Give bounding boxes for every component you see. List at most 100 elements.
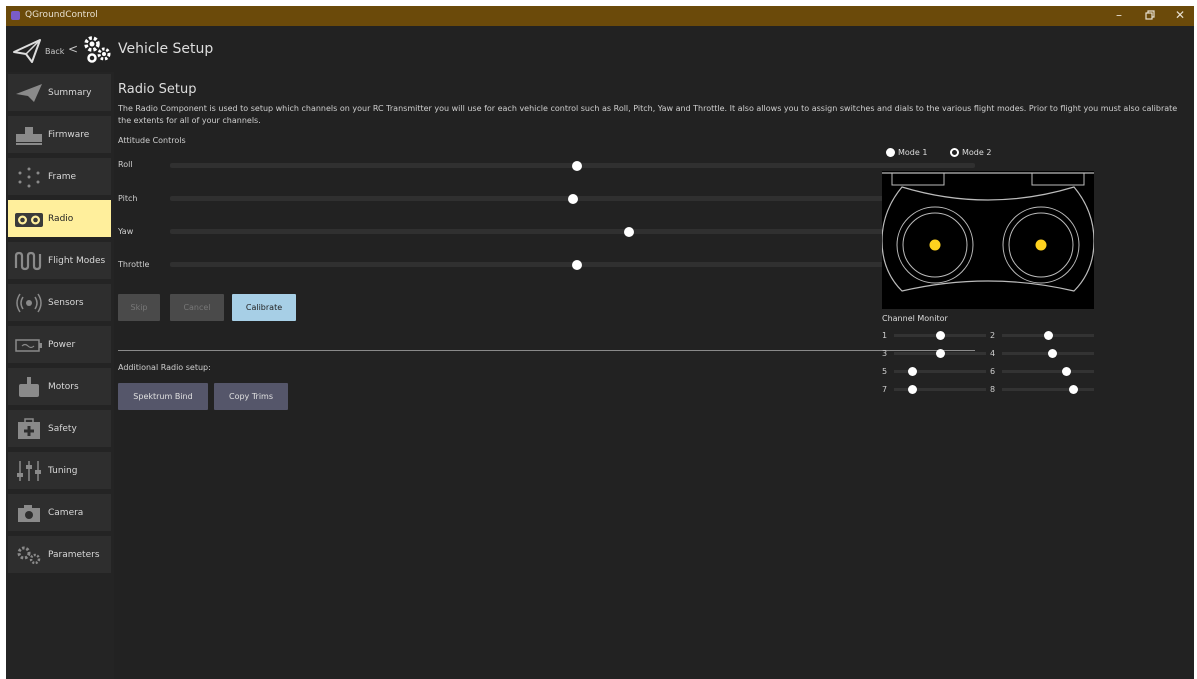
title-bar: QGroundControl – ✕ — [6, 6, 1194, 26]
firmware-icon — [16, 127, 42, 145]
header: Back < Vehicle Setup — [6, 26, 1194, 70]
channel-4-indicator — [1048, 349, 1058, 358]
yaw-indicator — [623, 226, 634, 237]
additional-radio-setup-label: Additional Radio setup: — [118, 363, 211, 372]
restore-icon[interactable] — [1140, 8, 1160, 23]
sidebar-item-sensors[interactable]: Sensors — [8, 284, 111, 321]
throttle-indicator — [571, 259, 582, 270]
channel-5-label: 5 — [882, 367, 888, 376]
channel-7-label: 7 — [882, 385, 888, 394]
mode2-label: Mode 2 — [962, 148, 992, 157]
transmitter-panel: Mode 1 Mode 2 Channel Monitor 1 2 3 4 5 … — [882, 72, 1094, 472]
sidebar-item-label: Frame — [48, 172, 77, 182]
channel-1-label: 1 — [882, 331, 888, 340]
channel-monitor-label: Channel Monitor — [882, 314, 948, 323]
section-title: Radio Setup — [118, 82, 197, 97]
transmitter-graphic — [882, 171, 1094, 309]
sensors-icon — [16, 293, 42, 313]
throttle-slider — [170, 259, 975, 270]
sidebar-item-label: Firmware — [48, 130, 90, 140]
camera-icon — [18, 505, 40, 522]
sidebar-item-camera[interactable]: Camera — [8, 494, 111, 531]
roll-indicator — [571, 160, 582, 171]
pitch-indicator — [567, 193, 578, 204]
gears-icon — [84, 36, 111, 63]
sidebar-item-power[interactable]: Power — [8, 326, 111, 363]
sidebar-item-label: Parameters — [48, 550, 100, 560]
motors-icon — [19, 377, 39, 397]
sidebar: Summary Firmware Frame Radio Flight Mode… — [6, 72, 114, 679]
calibrate-button[interactable]: Calibrate — [232, 294, 296, 321]
gears-icon — [17, 546, 41, 565]
pitch-slider — [170, 193, 975, 204]
sidebar-item-label: Motors — [48, 382, 79, 392]
flight-modes-icon — [14, 251, 42, 271]
channel-5-indicator — [907, 367, 917, 376]
channel-6-indicator — [1061, 367, 1071, 376]
radio-unselected-icon — [950, 148, 959, 157]
sidebar-item-flight-modes[interactable]: Flight Modes — [8, 242, 111, 279]
skip-button[interactable]: Skip — [118, 294, 160, 321]
sidebar-item-frame[interactable]: Frame — [8, 158, 111, 195]
sidebar-item-label: Radio — [48, 214, 74, 224]
channel-2-bar — [1002, 331, 1094, 340]
channel-1-bar — [894, 331, 986, 340]
cancel-button[interactable]: Cancel — [170, 294, 224, 321]
mode1-label: Mode 1 — [898, 148, 928, 157]
channel-3-bar — [894, 349, 986, 358]
close-icon[interactable]: ✕ — [1170, 8, 1190, 22]
sidebar-item-label: Safety — [48, 424, 77, 434]
channel-6-bar — [1002, 367, 1094, 376]
window-title: QGroundControl — [25, 10, 98, 20]
sidebar-item-parameters[interactable]: Parameters — [8, 536, 111, 573]
sidebar-item-label: Power — [48, 340, 76, 350]
sidebar-item-label: Flight Modes — [48, 256, 106, 266]
channel-3-label: 3 — [882, 349, 888, 358]
right-stick-indicator — [1035, 239, 1047, 251]
sidebar-item-tuning[interactable]: Tuning — [8, 452, 111, 489]
minimize-icon[interactable]: – — [1109, 8, 1129, 22]
channel-2-indicator — [1043, 331, 1053, 340]
sidebar-item-motors[interactable]: Motors — [8, 368, 111, 405]
sidebar-item-label: Summary — [48, 88, 92, 98]
channel-3-indicator — [935, 349, 945, 358]
mode2-radio[interactable]: Mode 2 — [950, 148, 991, 157]
page-title: Vehicle Setup — [118, 41, 214, 57]
sidebar-item-summary[interactable]: Summary — [8, 74, 111, 111]
spektrum-bind-button[interactable]: Spektrum Bind — [118, 383, 208, 410]
yaw-slider — [170, 226, 975, 237]
channel-2-label: 2 — [990, 331, 996, 340]
sidebar-item-firmware[interactable]: Firmware — [8, 116, 111, 153]
channel-8-bar — [1002, 385, 1094, 394]
yaw-label: Yaw — [118, 227, 134, 236]
sidebar-item-label: Tuning — [48, 466, 78, 476]
throttle-label: Throttle — [118, 260, 150, 269]
battery-icon — [15, 339, 42, 352]
safety-icon — [18, 418, 40, 439]
back-arrow[interactable]: < — [68, 42, 78, 56]
channel-7-bar — [894, 385, 986, 394]
mode1-radio[interactable]: Mode 1 — [886, 148, 927, 157]
sidebar-item-label: Sensors — [48, 298, 84, 308]
app-icon — [11, 11, 20, 20]
paper-plane-icon — [16, 84, 42, 102]
attitude-controls-label: Attitude Controls — [118, 136, 186, 145]
back-button[interactable]: Back — [45, 47, 64, 56]
channel-4-label: 4 — [990, 349, 996, 358]
channel-8-label: 8 — [990, 385, 996, 394]
tuning-icon — [17, 461, 41, 481]
sidebar-item-radio[interactable]: Radio — [8, 200, 111, 237]
copy-trims-button[interactable]: Copy Trims — [214, 383, 288, 410]
divider — [118, 350, 975, 351]
sidebar-item-safety[interactable]: Safety — [8, 410, 111, 447]
channel-6-label: 6 — [990, 367, 996, 376]
channel-8-indicator — [1069, 385, 1079, 394]
roll-label: Roll — [118, 160, 133, 169]
channel-4-bar — [1002, 349, 1094, 358]
paper-plane-icon[interactable] — [12, 38, 42, 64]
app-window: QGroundControl – ✕ Back < Vehicle Setup … — [6, 6, 1194, 679]
roll-slider — [170, 160, 975, 171]
left-stick-indicator — [929, 239, 941, 251]
channel-1-indicator — [935, 331, 945, 340]
channel-7-indicator — [907, 385, 917, 394]
